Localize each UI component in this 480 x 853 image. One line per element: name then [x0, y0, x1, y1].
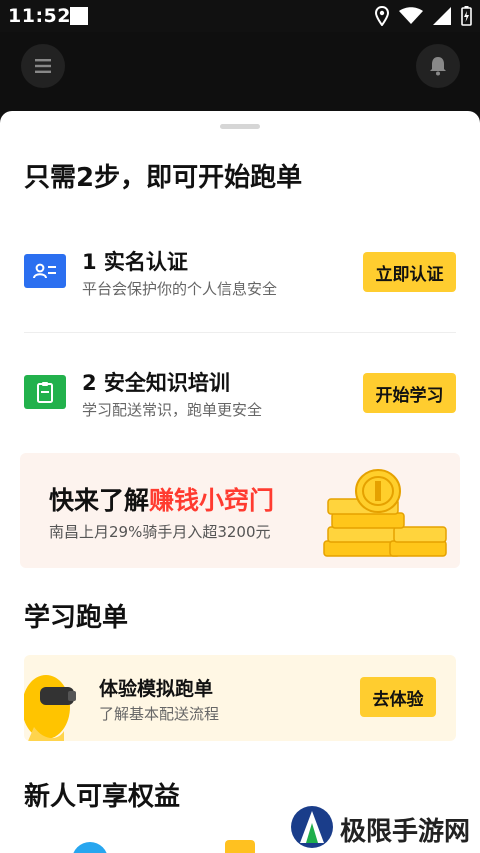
signal-icon	[433, 7, 451, 25]
verify-now-button[interactable]: 立即认证	[363, 252, 456, 292]
id-card-icon	[24, 254, 66, 288]
onboarding-sheet: 只需2步，即可开始跑单 1 实名认证 平台会保护你的个人信息安全 立即认证 2 …	[0, 111, 480, 853]
earning-tips-banner[interactable]: 快来了解赚钱小窍门 南昌上月29%骑手月入超3200元	[20, 453, 460, 568]
start-learning-button[interactable]: 开始学习	[363, 373, 456, 413]
step-subtitle: 平台会保护你的个人信息安全	[82, 280, 278, 298]
bell-icon	[430, 57, 446, 76]
wifi-icon	[399, 7, 423, 24]
notifications-button[interactable]	[416, 44, 460, 88]
step-safety-training: 2 安全知识培训 学习配送常识，跑单更安全 开始学习	[0, 363, 480, 423]
battery-icon	[461, 6, 472, 26]
promo-title-prefix: 快来了解	[49, 486, 150, 515]
location-icon	[375, 6, 389, 26]
benefit-icon[interactable]	[72, 842, 108, 853]
menu-icon	[35, 59, 51, 73]
clipboard-icon	[24, 375, 66, 409]
watermark-logo-icon	[291, 806, 333, 848]
app-header	[0, 32, 480, 112]
vr-mascot-icon	[24, 675, 76, 741]
notification-icon	[70, 7, 88, 25]
step-subtitle: 学习配送常识，跑单更安全	[82, 401, 263, 419]
divider	[24, 332, 456, 333]
page-title: 只需2步，即可开始跑单	[24, 163, 303, 193]
status-icons	[375, 5, 472, 27]
step-title: 2 安全知识培训	[82, 371, 230, 395]
promo-title-highlight: 赚钱小窍门	[149, 486, 275, 515]
coins-icon	[323, 469, 447, 557]
section-title-rights: 新人可享权益	[24, 782, 181, 812]
status-bar: 11:52	[0, 0, 480, 32]
status-time: 11:52	[8, 5, 71, 27]
step-identity-verification: 1 实名认证 平台会保护你的个人信息安全 立即认证	[0, 242, 480, 302]
try-it-button[interactable]: 去体验	[360, 677, 436, 717]
drag-handle[interactable]	[220, 124, 260, 129]
step-title: 1 实名认证	[82, 250, 188, 274]
benefit-icon[interactable]	[225, 840, 255, 853]
simulation-card[interactable]: 体验模拟跑单 了解基本配送流程 去体验	[24, 655, 456, 741]
promo-subtitle: 南昌上月29%骑手月入超3200元	[49, 523, 271, 541]
simulation-title: 体验模拟跑单	[99, 678, 214, 700]
watermark-text: 极限手游网	[340, 817, 471, 847]
watermark: 极限手游网	[288, 803, 478, 851]
menu-button[interactable]	[21, 44, 65, 88]
simulation-subtitle: 了解基本配送流程	[99, 705, 220, 723]
section-title-learn: 学习跑单	[24, 603, 129, 633]
promo-title: 快来了解赚钱小窍门	[49, 481, 274, 517]
